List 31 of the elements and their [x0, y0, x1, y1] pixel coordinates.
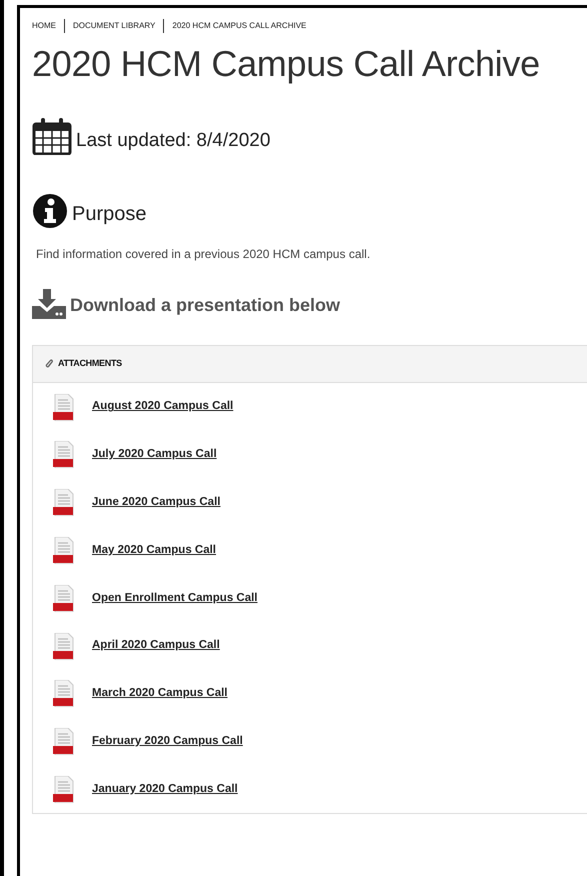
page-title: 2020 HCM Campus Call Archive [32, 42, 541, 86]
breadcrumb-link[interactable]: DOCUMENT LIBRARY [73, 20, 156, 32]
attachment-link[interactable]: March 2020 Campus Call [92, 685, 228, 702]
pdf-file-icon [53, 394, 75, 421]
last-updated-date: Last updated: 8/4/2020 [76, 128, 270, 153]
breadcrumb-link[interactable]: HOME [32, 20, 56, 32]
download-icon [32, 289, 66, 320]
download-heading: Download a presentation below [70, 294, 340, 318]
pdf-file-icon [53, 489, 75, 516]
attachment-link[interactable]: April 2020 Campus Call [92, 637, 220, 655]
purpose-text: Find information covered in a previous 2020 HCM campus call. [36, 246, 372, 264]
info-icon [32, 193, 68, 230]
calendar-icon [32, 117, 72, 156]
pdf-file-icon [53, 632, 75, 660]
pdf-file-icon [53, 584, 75, 612]
breadcrumb-link[interactable]: 2020 HCM CAMPUS CALL ARCHIVE [172, 20, 306, 32]
attachment-link[interactable]: May 2020 Campus Call [92, 542, 216, 560]
attachment-link[interactable]: August 2020 Campus Call [92, 398, 234, 416]
attachment-link[interactable]: February 2020 Campus Call [92, 733, 243, 750]
pdf-file-icon [53, 441, 75, 468]
pdf-file-icon [53, 536, 75, 564]
attachment-link[interactable]: January 2020 Campus Call [92, 780, 238, 798]
section-heading: Purpose [72, 202, 146, 228]
paperclip-icon [45, 359, 54, 370]
pdf-file-icon [53, 728, 75, 756]
attachments-heading: ATTACHMENTS [58, 357, 122, 370]
pdf-file-icon [53, 680, 75, 708]
attachment-link[interactable]: July 2020 Campus Call [92, 446, 217, 464]
attachment-link[interactable]: June 2020 Campus Call [92, 494, 220, 512]
pdf-file-icon [53, 776, 75, 803]
attachment-link[interactable]: Open Enrollment Campus Call [92, 590, 258, 607]
